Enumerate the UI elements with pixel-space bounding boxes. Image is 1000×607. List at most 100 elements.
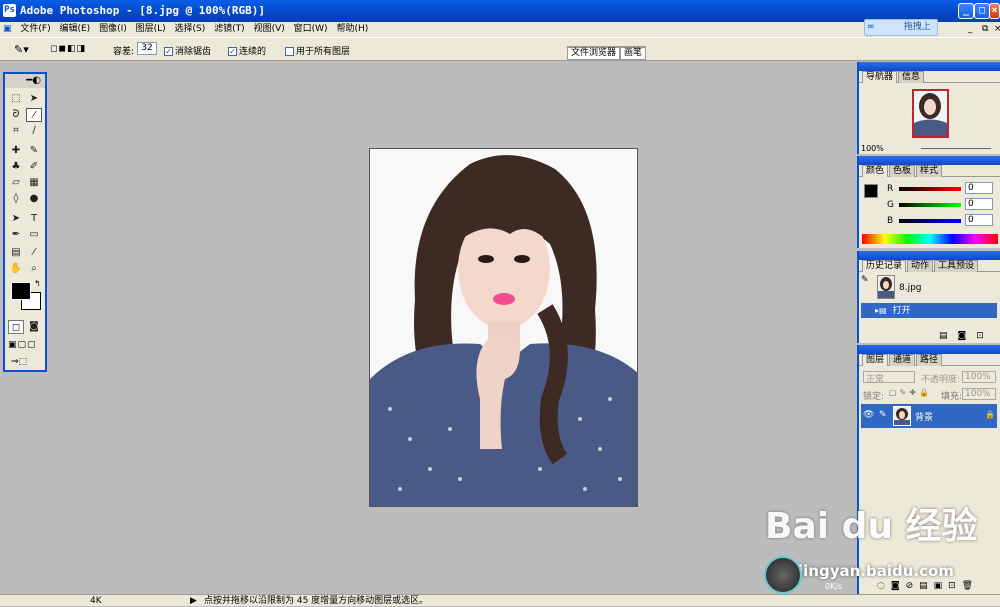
tab-layers[interactable]: 图层 — [862, 354, 889, 366]
navigator-zoom-slider[interactable] — [921, 148, 991, 149]
type-tool-icon[interactable]: T — [26, 212, 42, 226]
menu-help[interactable]: 帮助(H) — [336, 24, 368, 34]
menu-file[interactable]: 文件(F) — [20, 24, 50, 34]
screen-mode-icons[interactable]: ▣▢▢ — [8, 340, 37, 350]
stamp-tool-icon[interactable]: ♣ — [8, 160, 24, 174]
r-value-input[interactable]: 0 — [965, 182, 993, 194]
fill-input[interactable]: 100% — [962, 388, 996, 400]
tab-info[interactable]: 信息 — [898, 71, 925, 83]
doc-restore-button[interactable]: ⧉ — [982, 22, 988, 37]
hand-tool-icon[interactable]: ✋ — [8, 262, 24, 276]
layers-footer-icons[interactable]: ◌◙⊘▤▣⊡🗑 — [877, 581, 979, 591]
dodge-tool-icon[interactable]: ● — [26, 192, 42, 206]
tab-navigator[interactable]: 导航器 — [862, 71, 898, 83]
fg-color-chip[interactable] — [864, 184, 878, 198]
tab-history[interactable]: 历史记录 — [862, 260, 907, 272]
shape-tool-icon[interactable]: ▭ — [26, 228, 42, 242]
g-value-input[interactable]: 0 — [965, 198, 993, 210]
pen-tool-icon[interactable]: ✒ — [8, 228, 24, 242]
menu-view[interactable]: 视图(V) — [254, 24, 285, 34]
cloud-icon: ∞ — [867, 22, 875, 32]
tab-actions[interactable]: 动作 — [907, 260, 934, 272]
tab-file-browser[interactable]: 文件浏览器 — [567, 47, 621, 60]
snapshot-name[interactable]: 8.jpg — [899, 283, 922, 293]
slice-tool-icon[interactable]: ∕ — [26, 124, 42, 138]
navigator-thumbnail[interactable] — [912, 89, 949, 138]
layers-tabs: 图层 通道 路径 — [859, 354, 1000, 366]
quick-mask-icon[interactable]: ◙ — [26, 320, 42, 334]
minimize-button[interactable]: _ — [958, 3, 974, 19]
status-arrow-icon[interactable]: ▶ — [190, 595, 197, 607]
layers-panel: 图层 通道 路径 正常 不透明度: 100% 锁定: ▢✎✚🔒 填充: 100% 👁… — [857, 345, 1000, 594]
zoom-tool-icon[interactable]: ⌕ — [26, 262, 42, 276]
blend-mode-select[interactable]: 正常 — [863, 371, 915, 385]
b-slider[interactable] — [899, 219, 961, 223]
doc-size[interactable]: 4K — [90, 595, 102, 607]
gradient-tool-icon[interactable]: ▦ — [26, 176, 42, 190]
eraser-tool-icon[interactable]: ▱ — [8, 176, 24, 190]
document-image[interactable] — [369, 148, 638, 507]
menu-filter[interactable]: 滤镜(T) — [214, 24, 245, 34]
eyedropper-icon[interactable]: ⁄ — [26, 246, 42, 260]
layer-row-background[interactable]: 👁 ✎ 背景 🔒 — [861, 404, 997, 428]
move-tool-icon[interactable]: ➤ — [26, 92, 42, 106]
all-layers-checkbox[interactable]: 用于所有图层 — [285, 44, 350, 57]
color-panel: 颜色 色板 样式 R 0 G 0 B 0 — [857, 156, 1000, 248]
selection-mode-icons[interactable]: ◻◼◧◨ — [50, 44, 86, 54]
opacity-label: 不透明度: — [921, 375, 961, 385]
network-speed-widget[interactable] — [764, 556, 802, 594]
healing-brush-icon[interactable]: ✚ — [8, 144, 24, 158]
tab-swatches[interactable]: 色板 — [889, 165, 916, 177]
brush-tool-icon[interactable]: ✎ — [26, 144, 42, 158]
foreground-color-swatch[interactable] — [11, 282, 31, 300]
navigator-zoom[interactable]: 100% — [861, 144, 884, 153]
doc-close-button[interactable]: × — [994, 22, 1000, 37]
tab-tool-presets[interactable]: 工具预设 — [934, 260, 979, 272]
tab-brushes[interactable]: 画笔 — [620, 47, 647, 60]
marquee-tool-icon[interactable]: ⬚ — [8, 92, 24, 106]
opacity-input[interactable]: 100% — [962, 371, 996, 383]
tab-paths[interactable]: 路径 — [916, 354, 943, 366]
magic-wand-tool-icon[interactable]: ✎▾ — [14, 43, 29, 56]
history-step-open[interactable]: ▸▤ 打开 — [861, 303, 997, 318]
tab-channels[interactable]: 通道 — [889, 354, 916, 366]
crop-tool-icon[interactable]: ⌗ — [8, 124, 24, 138]
menu-image[interactable]: 图像(I) — [99, 24, 127, 34]
jump-to-imageready-icon[interactable]: ⇒⬚ — [11, 357, 27, 367]
menu-layer[interactable]: 图层(L) — [136, 24, 166, 34]
lasso-tool-icon[interactable]: ᘐ — [8, 108, 24, 122]
menu-window[interactable]: 窗口(W) — [294, 24, 328, 34]
swap-colors-icon[interactable]: ↰ — [34, 279, 41, 288]
tab-styles[interactable]: 样式 — [916, 165, 943, 177]
layer-visibility-icon[interactable]: 👁 — [863, 410, 874, 420]
r-slider[interactable] — [899, 187, 961, 191]
upload-button[interactable]: ∞ 拖拽上传 — [864, 19, 938, 47]
lock-icons[interactable]: ▢✎✚🔒 — [889, 388, 932, 397]
path-select-icon[interactable]: ➤ — [8, 212, 24, 226]
magic-wand-tool-icon[interactable]: ⁄ — [26, 108, 42, 122]
antialias-check-icon: ✓ — [164, 47, 173, 56]
history-footer-icons[interactable]: ▤◙⊡ — [939, 331, 994, 341]
snapshot-source-icon[interactable]: ✎ — [861, 275, 873, 299]
notes-tool-icon[interactable]: ▤ — [8, 246, 24, 260]
menu-select[interactable]: 选择(S) — [175, 24, 206, 34]
navigator-panel-header — [859, 62, 1000, 71]
menu-edit[interactable]: 编辑(E) — [59, 24, 90, 34]
standard-mode-icon[interactable]: ◻ — [8, 320, 24, 334]
doc-minimize-button[interactable]: _ — [968, 22, 973, 37]
lock-label: 锁定: — [863, 392, 885, 402]
snapshot-thumbnail[interactable] — [877, 275, 895, 299]
history-brush-icon[interactable]: ✐ — [26, 160, 42, 174]
close-button[interactable]: × — [989, 3, 1000, 19]
antialias-checkbox[interactable]: ✓ 消除锯齿 — [164, 44, 211, 57]
status-bar: 4K ▶ 点按并拖移以沿限制为 45 度增量方向移动图层或选区。 — [0, 594, 1000, 606]
b-value-input[interactable]: 0 — [965, 214, 993, 226]
g-slider[interactable] — [899, 203, 961, 207]
color-spectrum-bar[interactable] — [862, 234, 998, 244]
tab-color[interactable]: 颜色 — [862, 165, 889, 177]
blur-tool-icon[interactable]: ◊ — [8, 192, 24, 206]
contiguous-checkbox[interactable]: ✓ 连续的 — [228, 44, 266, 57]
maximize-button[interactable]: □ — [974, 3, 990, 19]
tolerance-input[interactable]: 32 — [137, 42, 157, 55]
toolbox: ━◐ ⬚ ➤ ᘐ ⁄ ⌗ ∕ ✚ ✎ ♣ ✐ ▱ ▦ ◊ ● ➤ T ✒ ▭ ▤… — [3, 72, 47, 372]
